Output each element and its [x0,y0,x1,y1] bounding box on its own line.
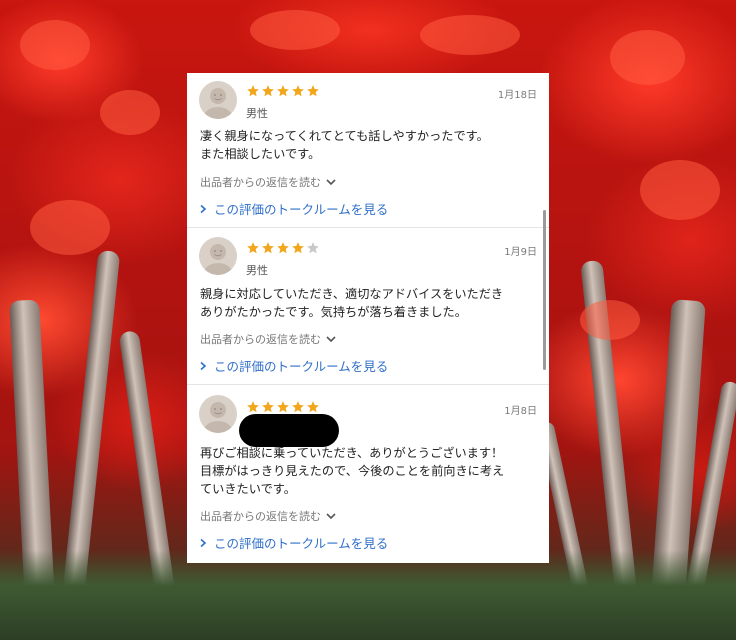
leaf-cluster [420,15,520,55]
talkroom-link[interactable]: この評価のトークルームを見る [199,533,388,552]
avatar-face-icon [204,244,232,275]
star-filled-icon [292,242,304,254]
star-filled-icon [277,242,289,254]
read-reply-toggle[interactable]: 出品者からの返信を読む [200,331,337,347]
talkroom-link-label: この評価のトークルームを見る [214,359,389,374]
star-rating [246,241,320,255]
read-reply-label: 出品者からの返信を読む [200,510,321,523]
star-filled-icon [247,401,259,413]
star-filled-icon [277,85,289,97]
chevron-down-icon [326,179,336,186]
review-date: 1月18日 [497,90,537,101]
review-item: 1月9日 男性 親身に対応していただき、適切なアドバイスをいただき ありがたかっ… [187,228,549,384]
star-filled-icon [262,401,274,413]
scrollbar[interactable] [543,210,546,370]
talkroom-link-label: この評価のトークルームを見る [214,202,389,217]
review-date: 1月8日 [504,406,537,417]
review-text: 親身に対応していただき、適切なアドバイスをいただき ありがたかったです。気持ちが… [200,287,504,319]
chevron-down-icon [326,336,336,343]
star-empty-icon [307,242,319,254]
leaf-cluster [30,200,110,255]
star-rating [246,400,320,414]
leaf-cluster [610,30,685,85]
review-text: 凄く親身になってくれてとても話しやすかったです。 また相談したいです。 [200,129,489,161]
star-rating [246,84,320,98]
review-list[interactable]: 1月18日 男性 凄く親身になってくれてとても話しやすかったです。 また相談した… [187,73,549,563]
avatar-face-icon [204,88,232,119]
star-filled-icon [307,85,319,97]
reviewer-gender: 男性 [246,107,268,120]
star-filled-icon [262,242,274,254]
avatar [199,81,237,119]
read-reply-label: 出品者からの返信を読む [200,333,321,346]
review-date: 1月9日 [504,247,537,258]
read-reply-label: 出品者からの返信を読む [200,176,321,189]
star-filled-icon [292,85,304,97]
chevron-right-icon [200,204,207,213]
star-filled-icon [277,401,289,413]
leaf-cluster [580,300,640,340]
review-text: 再びご相談に乗っていただき、ありがとうございます！ 目標がはっきり見えたので、今… [200,446,505,496]
read-reply-toggle[interactable]: 出品者からの返信を読む [200,508,337,524]
leaf-cluster [100,90,160,135]
talkroom-link[interactable]: この評価のトークルームを見る [199,199,388,218]
chevron-down-icon [326,513,336,520]
star-filled-icon [292,401,304,413]
star-filled-icon [247,85,259,97]
avatar [199,237,237,275]
forest-floor [0,550,736,640]
chevron-right-icon [200,361,207,370]
reviewer-gender: 男性 [246,264,268,277]
leaf-cluster [250,10,340,50]
talkroom-link[interactable]: この評価のトークルームを見る [199,356,388,375]
chevron-right-icon [200,538,207,547]
review-item: 1月8日 再びご相談に乗っていただき、ありがとうございます！ 目標がはっきり見え… [187,385,549,563]
read-reply-toggle[interactable]: 出品者からの返信を読む [200,174,337,190]
leaf-cluster [640,160,720,220]
star-filled-icon [247,242,259,254]
leaf-cluster [20,20,90,70]
star-filled-icon [307,401,319,413]
review-item: 1月18日 男性 凄く親身になってくれてとても話しやすかったです。 また相談した… [187,73,549,227]
star-filled-icon [262,85,274,97]
avatar [199,395,237,433]
avatar-face-icon [204,402,232,433]
talkroom-link-label: この評価のトークルームを見る [214,536,389,551]
redaction-mark [239,414,339,447]
